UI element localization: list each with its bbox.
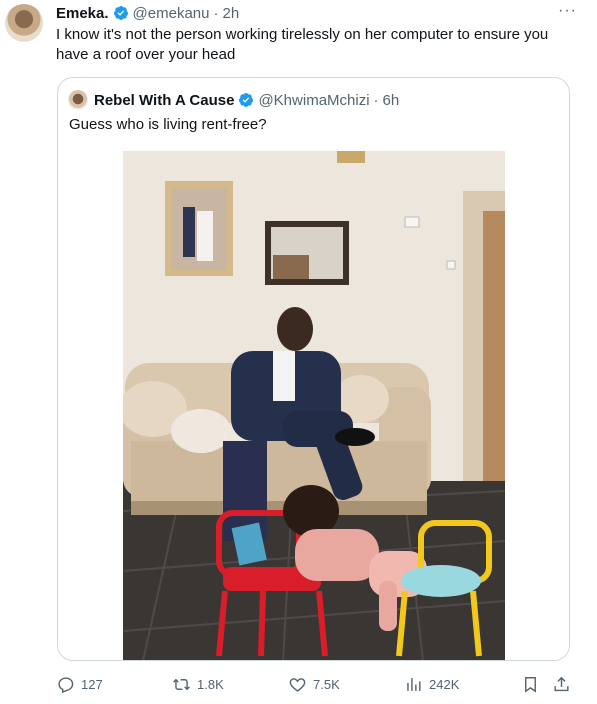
- reply-count: 127: [81, 676, 103, 692]
- quoted-author-avatar[interactable]: [68, 90, 88, 110]
- quoted-author-name[interactable]: Rebel With A Cause: [94, 92, 234, 109]
- quoted-tweet-header: Rebel With A Cause @KhwimaMchizi · 6h: [68, 90, 399, 110]
- author-handle[interactable]: @emekanu: [133, 5, 210, 22]
- views-button[interactable]: 242K: [404, 672, 459, 696]
- tweet-timestamp[interactable]: 2h: [222, 5, 239, 22]
- quoted-author-handle[interactable]: @KhwimaMchizi: [258, 92, 369, 109]
- repost-icon: [173, 678, 190, 690]
- tweet-text: I know it's not the person working tirel…: [56, 26, 549, 63]
- author-name[interactable]: Emeka.: [56, 5, 109, 22]
- quoted-timestamp[interactable]: 6h: [383, 92, 400, 109]
- bookmark-button[interactable]: [521, 672, 540, 696]
- like-button[interactable]: 7.5K: [288, 672, 340, 696]
- repost-count: 1.8K: [197, 676, 224, 692]
- heart-icon: [289, 677, 306, 692]
- quoted-tweet[interactable]: Rebel With A Cause @KhwimaMchizi · 6h Gu…: [57, 77, 570, 661]
- views-icon: [407, 677, 421, 691]
- reply-button[interactable]: 127: [56, 672, 103, 696]
- quoted-tweet-text: Guess who is living rent-free?: [69, 116, 267, 133]
- verified-badge-icon: [239, 93, 254, 107]
- ceiling-light: [337, 151, 365, 163]
- like-count: 7.5K: [313, 676, 340, 692]
- tweet-actions: 127 1.8K 7.5K 242K: [0, 672, 597, 696]
- tweet-photo[interactable]: [123, 151, 505, 660]
- separator-dot: ·: [213, 4, 219, 22]
- bookmark-icon: [525, 676, 536, 693]
- more-icon[interactable]: ···: [558, 2, 577, 20]
- tweet-card[interactable]: Emeka. @emekanu · 2h ··· I know it's not…: [0, 0, 597, 704]
- share-icon: [554, 676, 569, 691]
- share-button[interactable]: [552, 672, 571, 696]
- repost-button[interactable]: 1.8K: [172, 672, 224, 696]
- author-avatar[interactable]: [5, 4, 43, 42]
- views-count: 242K: [429, 676, 460, 692]
- verified-badge-icon: [113, 6, 128, 20]
- separator-dot: ·: [373, 91, 379, 109]
- tweet-header: Emeka. @emekanu · 2h: [56, 3, 239, 23]
- reply-icon: [58, 676, 74, 693]
